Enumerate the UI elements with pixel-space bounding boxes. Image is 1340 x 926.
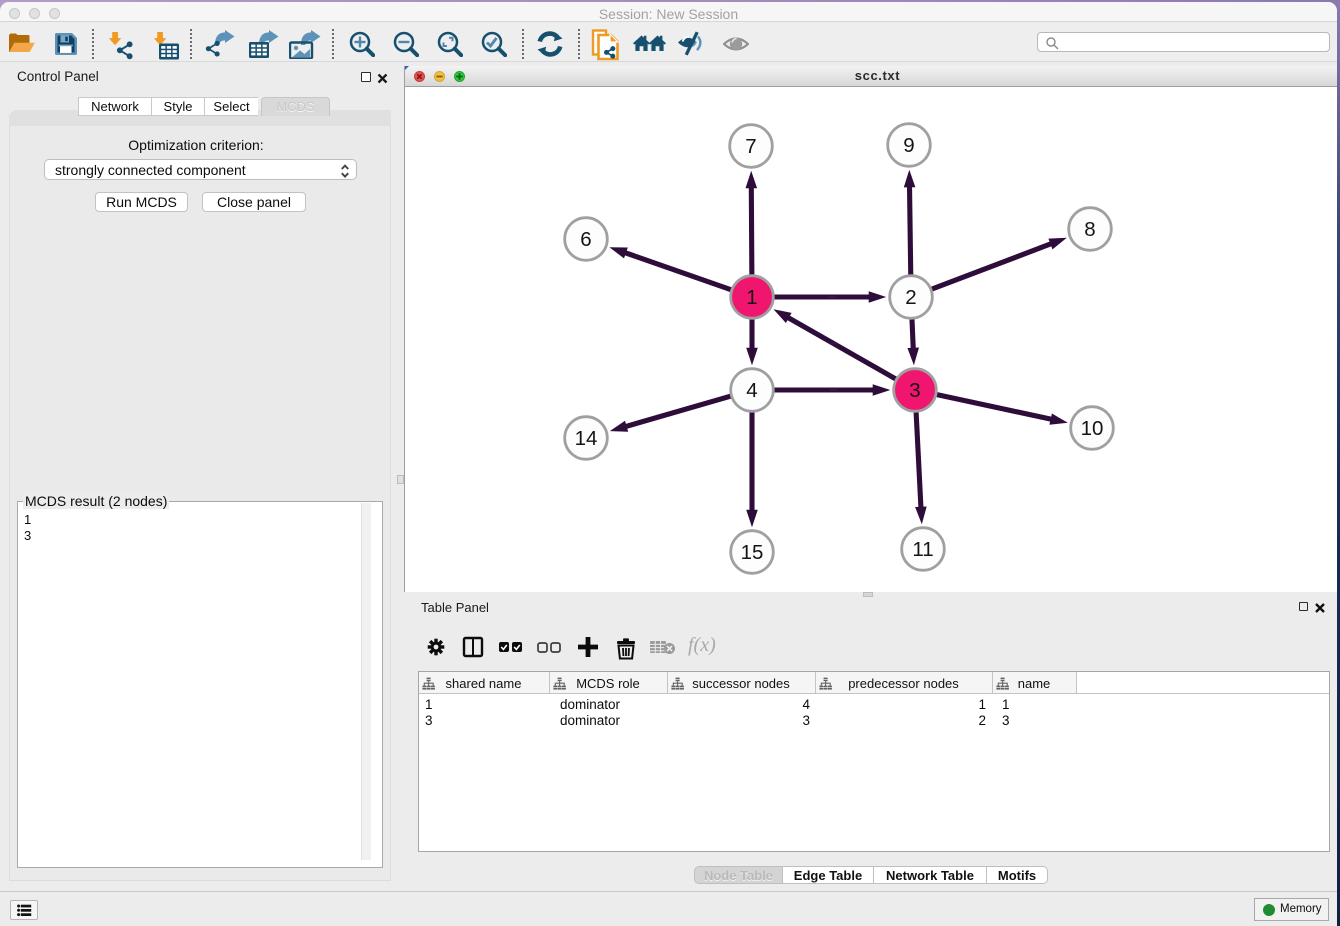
svg-text:14: 14 bbox=[575, 427, 598, 450]
svg-text:8: 8 bbox=[1084, 218, 1095, 241]
svg-text:15: 15 bbox=[741, 541, 764, 564]
svg-text:3: 3 bbox=[909, 379, 920, 402]
svg-text:6: 6 bbox=[580, 228, 591, 251]
svg-text:1: 1 bbox=[746, 286, 757, 309]
svg-text:7: 7 bbox=[745, 135, 756, 158]
svg-text:10: 10 bbox=[1081, 417, 1104, 440]
svg-text:4: 4 bbox=[746, 379, 757, 402]
svg-text:11: 11 bbox=[912, 538, 933, 561]
svg-text:9: 9 bbox=[903, 134, 914, 157]
svg-text:2: 2 bbox=[905, 286, 916, 309]
